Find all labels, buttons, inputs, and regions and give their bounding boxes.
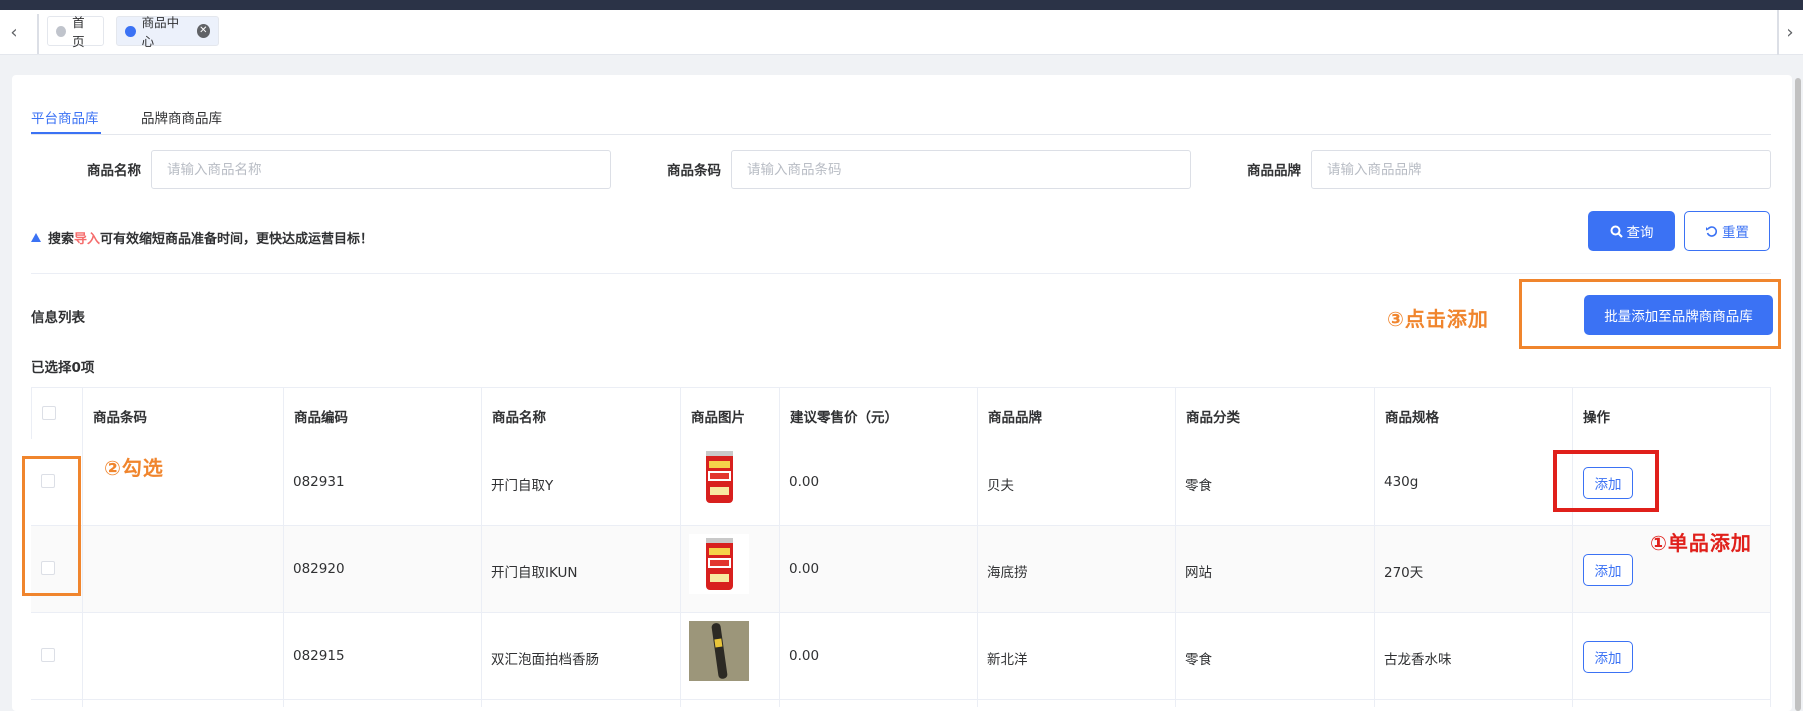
cell-code: 082931	[293, 474, 345, 490]
cell-spec: 270天	[1384, 565, 1424, 581]
cell-category: 零食	[1185, 478, 1212, 494]
cell-brand: 新北洋	[987, 652, 1028, 668]
cell-code: 082915	[293, 648, 345, 664]
tab-brand-library[interactable]: 品牌商商品库	[141, 107, 222, 127]
column-divider	[1770, 387, 1771, 707]
select-all-checkbox[interactable]	[42, 406, 56, 420]
row-checkbox[interactable]	[41, 648, 55, 662]
table-row: 082920 开门自取IKUN 0.00 海底捞 网站 270天 添加	[31, 526, 1771, 613]
product-brand-label: 商品品牌	[1247, 163, 1301, 179]
header-spec: 商品规格	[1385, 410, 1439, 426]
product-image-can[interactable]	[689, 534, 749, 594]
warning-icon	[31, 232, 41, 242]
tab-home[interactable]: 首页	[47, 15, 104, 49]
product-name-input[interactable]	[151, 150, 611, 189]
tabs-divider-line	[31, 134, 1771, 135]
search-tip: 搜索 导入 可有效缩短商品准备时间，更快达成运营目标！	[31, 228, 373, 247]
tab-platform-library[interactable]: 平台商品库	[31, 107, 99, 127]
tab-home-label: 首页	[72, 15, 85, 49]
tip-text-post: 可有效缩短商品准备时间，更快达成运营目标！	[100, 232, 374, 247]
cell-name: 开门自取Y	[491, 478, 554, 494]
table-row: 082915 双汇泡面拍档香肠 0.00 新北洋 零食 古龙香水味 添加	[31, 613, 1771, 700]
tab-status-dot	[56, 25, 67, 37]
cell-spec: 430g	[1384, 474, 1419, 490]
top-header-bar	[0, 0, 1803, 10]
cell-brand: 贝夫	[987, 478, 1014, 494]
column-divider	[481, 387, 482, 707]
cell-code: 082920	[293, 561, 345, 577]
scrollbar-thumb[interactable]	[1795, 78, 1801, 711]
product-barcode-label: 商品条码	[667, 163, 721, 179]
header-name: 商品名称	[492, 410, 546, 426]
cell-price: 0.00	[789, 561, 820, 577]
table-header: 商品条码 商品编码 商品名称 商品图片 建议零售价（元） 商品品牌 商品分类 商…	[31, 387, 1771, 439]
close-icon[interactable]: ✕	[196, 24, 210, 38]
header-brand: 商品品牌	[988, 410, 1042, 426]
column-divider	[1374, 387, 1375, 707]
tab-active-dot	[125, 25, 136, 37]
reset-button-label: 重置	[1722, 225, 1749, 241]
query-button-label: 查询	[1626, 225, 1654, 241]
cell-category: 网站	[1185, 565, 1212, 581]
column-divider	[977, 387, 978, 707]
column-divider	[1175, 387, 1176, 707]
cell-name: 双汇泡面拍档香肠	[491, 652, 599, 668]
list-title: 信息列表	[31, 310, 85, 326]
tab-goods-center[interactable]: 商品中心 ✕	[116, 15, 219, 49]
column-divider	[82, 387, 83, 707]
cell-spec: 古龙香水味	[1384, 652, 1452, 668]
cell-price: 0.00	[789, 648, 820, 664]
section-divider	[31, 273, 1771, 274]
page-tab-bar	[0, 10, 1803, 55]
chevron-left-icon[interactable]: ‹	[2, 10, 26, 55]
table-row: 082931 开门自取Y 0.00 贝夫 零食 430g 添加	[31, 439, 1771, 526]
reset-button[interactable]: 重置	[1684, 211, 1770, 251]
annotation-box-add	[1553, 450, 1659, 512]
refresh-icon	[1706, 225, 1718, 237]
batch-add-button[interactable]: 批量添加至品牌商商品库	[1584, 295, 1773, 335]
chevron-right-icon[interactable]: ›	[1777, 10, 1801, 55]
selected-count: 已选择0项	[31, 360, 95, 376]
column-divider	[283, 387, 284, 707]
tab-divider	[37, 14, 39, 54]
annotation-box-checkbox	[22, 456, 81, 596]
product-barcode-input[interactable]	[731, 150, 1191, 189]
tab-goods-center-label: 商品中心	[141, 15, 180, 49]
product-image-sausage[interactable]	[689, 621, 749, 681]
cell-price: 0.00	[789, 474, 820, 490]
tip-text-highlight: 导入	[74, 232, 101, 247]
header-category: 商品分类	[1186, 410, 1240, 426]
product-image-can[interactable]	[689, 447, 749, 507]
header-code: 商品编码	[294, 410, 348, 426]
product-name-label: 商品名称	[87, 163, 141, 179]
search-icon	[1610, 225, 1623, 238]
cell-category: 零食	[1185, 652, 1212, 668]
header-image: 商品图片	[691, 410, 745, 426]
add-button[interactable]: 添加	[1583, 641, 1633, 673]
column-divider	[1572, 387, 1573, 707]
annotation-step3: ③点击添加	[1387, 307, 1489, 331]
add-button[interactable]: 添加	[1583, 554, 1633, 586]
tip-text-pre: 搜索	[48, 232, 75, 247]
column-divider	[680, 387, 681, 707]
annotation-step1: ①单品添加	[1650, 531, 1752, 555]
query-button[interactable]: 查询	[1588, 211, 1675, 251]
cell-name: 开门自取IKUN	[491, 565, 578, 581]
header-price: 建议零售价（元）	[790, 410, 898, 426]
header-barcode: 商品条码	[93, 410, 147, 426]
column-divider	[779, 387, 780, 707]
product-brand-input[interactable]	[1311, 150, 1771, 189]
header-action: 操作	[1583, 410, 1610, 426]
cell-brand: 海底捞	[987, 565, 1028, 581]
annotation-step2: ②勾选	[104, 456, 164, 480]
